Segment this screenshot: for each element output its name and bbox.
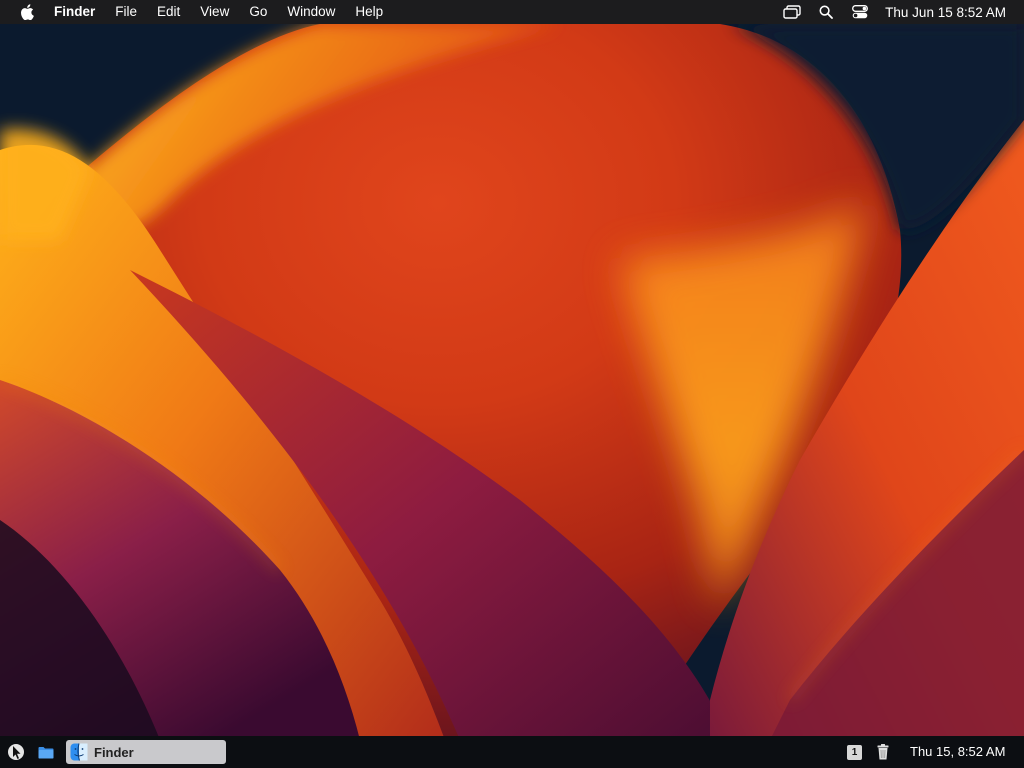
taskbar-clock[interactable]: Thu 15, 8:52 AM: [910, 736, 1005, 768]
workspace-switcher[interactable]: 1: [847, 745, 862, 760]
menu-help[interactable]: Help: [345, 0, 393, 24]
menu-file[interactable]: File: [105, 0, 147, 24]
trash-icon[interactable]: [875, 743, 891, 761]
spotlight-search-icon[interactable]: [809, 0, 843, 24]
control-center-icon[interactable]: [843, 0, 877, 24]
screen-mirroring-icon[interactable]: [775, 0, 809, 24]
apple-menu-icon[interactable]: [0, 0, 54, 24]
menu-bar-left: Finder File Edit View Go Window Help: [0, 0, 393, 24]
menu-app-name[interactable]: Finder: [54, 0, 105, 24]
menu-view[interactable]: View: [190, 0, 239, 24]
taskbar: Finder 1 Thu 15, 8:52 AM: [0, 736, 1024, 768]
taskbar-window-label: Finder: [94, 744, 134, 760]
menu-go[interactable]: Go: [239, 0, 277, 24]
finder-icon: [70, 743, 88, 761]
taskbar-window-finder[interactable]: Finder: [66, 740, 226, 764]
menu-bar-clock[interactable]: Thu Jun 15 8:52 AM: [877, 5, 1024, 20]
desktop-wallpaper: [0, 0, 1024, 768]
menu-edit[interactable]: Edit: [147, 0, 190, 24]
launcher-icon[interactable]: [4, 740, 28, 764]
menu-window[interactable]: Window: [277, 0, 345, 24]
folder-icon[interactable]: [34, 740, 58, 764]
menu-bar-right: Thu Jun 15 8:52 AM: [775, 0, 1024, 24]
menu-bar: Finder File Edit View Go Window Help Thu…: [0, 0, 1024, 24]
